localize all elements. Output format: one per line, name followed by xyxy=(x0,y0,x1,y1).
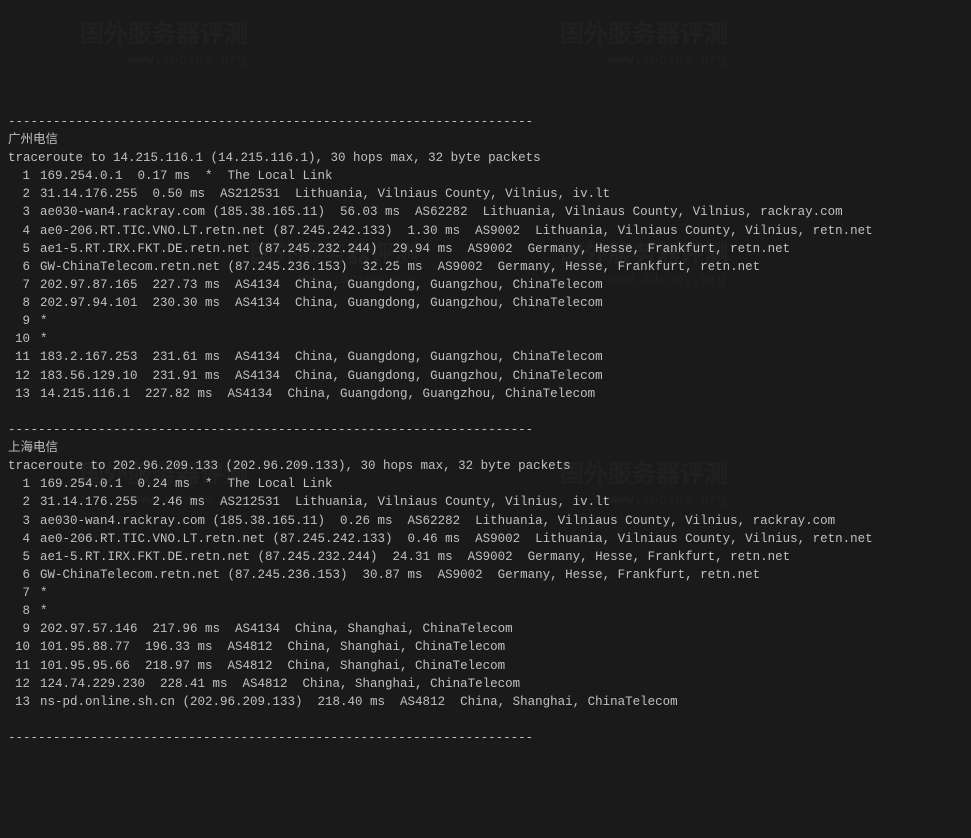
hop-row: 12 124.74.229.230 228.41 ms AS4812 China,… xyxy=(8,675,963,693)
hop-details: ae1-5.RT.IRX.FKT.DE.retn.net (87.245.232… xyxy=(40,240,790,258)
blank-line xyxy=(8,403,963,421)
hop-number: 1 xyxy=(8,167,30,185)
hop-row: 10 * xyxy=(8,330,963,348)
hop-details: 101.95.88.77 196.33 ms AS4812 China, Sha… xyxy=(40,638,505,656)
hop-number: 2 xyxy=(8,493,30,511)
hop-number: 3 xyxy=(8,512,30,530)
hop-row: 2 31.14.176.255 0.50 ms AS212531 Lithuani… xyxy=(8,185,963,203)
hop-row: 8* xyxy=(8,602,963,620)
hop-details: * xyxy=(40,312,48,330)
hop-row: 8 202.97.94.101 230.30 ms AS4134 China, G… xyxy=(8,294,963,312)
hop-row: 3 ae030-wan4.rackray.com (185.38.165.11) … xyxy=(8,512,963,530)
hop-details: 31.14.176.255 2.46 ms AS212531 Lithuania… xyxy=(40,493,610,511)
hop-row: 11 183.2.167.253 231.61 ms AS4134 China, … xyxy=(8,348,963,366)
watermark-text: 国外服务器评测 xyxy=(80,20,248,55)
hop-details: GW-ChinaTelecom.retn.net (87.245.236.153… xyxy=(40,566,760,584)
hop-number: 12 xyxy=(8,367,30,385)
hop-details: 183.2.167.253 231.61 ms AS4134 China, Gu… xyxy=(40,348,603,366)
hop-details: 169.254.0.1 0.17 ms * The Local Link xyxy=(40,167,333,185)
hop-row: 10 101.95.88.77 196.33 ms AS4812 China, S… xyxy=(8,638,963,656)
divider: ----------------------------------------… xyxy=(8,421,963,439)
hop-row: 11 101.95.95.66 218.97 ms AS4812 China, S… xyxy=(8,657,963,675)
hop-details: 14.215.116.1 227.82 ms AS4134 China, Gua… xyxy=(40,385,595,403)
traceroute-header: traceroute to 14.215.116.1 (14.215.116.1… xyxy=(8,149,963,167)
hop-row: 13 14.215.116.1 227.82 ms AS4134 China, G… xyxy=(8,385,963,403)
hop-row: 4 ae0-206.RT.TIC.VNO.LT.retn.net (87.245.… xyxy=(8,222,963,240)
hop-details: ae0-206.RT.TIC.VNO.LT.retn.net (87.245.2… xyxy=(40,222,873,240)
hop-details: 169.254.0.1 0.24 ms * The Local Link xyxy=(40,475,333,493)
hop-row: 6 GW-ChinaTelecom.retn.net (87.245.236.15… xyxy=(8,566,963,584)
hop-number: 2 xyxy=(8,185,30,203)
hop-row: 3 ae030-wan4.rackray.com (185.38.165.11) … xyxy=(8,203,963,221)
section-title: 广州电信 xyxy=(8,131,963,149)
hop-number: 1 xyxy=(8,475,30,493)
hop-number: 7 xyxy=(8,584,30,602)
hop-row: 5 ae1-5.RT.IRX.FKT.DE.retn.net (87.245.23… xyxy=(8,240,963,258)
hop-number: 13 xyxy=(8,385,30,403)
hop-number: 6 xyxy=(8,566,30,584)
divider: ----------------------------------------… xyxy=(8,729,963,747)
hop-details: 202.97.87.165 227.73 ms AS4134 China, Gu… xyxy=(40,276,603,294)
hop-number: 5 xyxy=(8,240,30,258)
hop-details: ns-pd.online.sh.cn (202.96.209.133) 218.… xyxy=(40,693,678,711)
hop-details: ae1-5.RT.IRX.FKT.DE.retn.net (87.245.232… xyxy=(40,548,790,566)
hop-number: 11 xyxy=(8,348,30,366)
hop-number: 9 xyxy=(8,312,30,330)
hop-number: 7 xyxy=(8,276,30,294)
hop-number: 3 xyxy=(8,203,30,221)
hop-details: GW-ChinaTelecom.retn.net (87.245.236.153… xyxy=(40,258,760,276)
section-title: 上海电信 xyxy=(8,439,963,457)
watermark-url: -www.idcspy.org- xyxy=(600,50,734,70)
hop-number: 11 xyxy=(8,657,30,675)
hop-number: 6 xyxy=(8,258,30,276)
blank-line xyxy=(8,711,963,729)
hop-row: 5 ae1-5.RT.IRX.FKT.DE.retn.net (87.245.23… xyxy=(8,548,963,566)
hop-row: 2 31.14.176.255 2.46 ms AS212531 Lithuani… xyxy=(8,493,963,511)
hop-number: 8 xyxy=(8,294,30,312)
hop-row: 6 GW-ChinaTelecom.retn.net (87.245.236.15… xyxy=(8,258,963,276)
watermark-text: 国外服务器评测 xyxy=(560,20,728,55)
hop-number: 10 xyxy=(8,638,30,656)
hop-details: * xyxy=(40,330,48,348)
hop-row: 9* xyxy=(8,312,963,330)
hop-details: ae0-206.RT.TIC.VNO.LT.retn.net (87.245.2… xyxy=(40,530,873,548)
hop-number: 9 xyxy=(8,620,30,638)
hop-details: 31.14.176.255 0.50 ms AS212531 Lithuania… xyxy=(40,185,610,203)
hop-row: 7* xyxy=(8,584,963,602)
watermark-url: -www.idcspy.org- xyxy=(120,50,254,70)
hop-row: 4 ae0-206.RT.TIC.VNO.LT.retn.net (87.245.… xyxy=(8,530,963,548)
hop-number: 4 xyxy=(8,530,30,548)
hop-row: 13 ns-pd.online.sh.cn (202.96.209.133) 21… xyxy=(8,693,963,711)
hop-number: 4 xyxy=(8,222,30,240)
divider: ----------------------------------------… xyxy=(8,113,963,131)
hop-details: ae030-wan4.rackray.com (185.38.165.11) 5… xyxy=(40,203,843,221)
hop-number: 12 xyxy=(8,675,30,693)
hop-details: * xyxy=(40,602,48,620)
hop-details: 202.97.57.146 217.96 ms AS4134 China, Sh… xyxy=(40,620,513,638)
hop-row: 7 202.97.87.165 227.73 ms AS4134 China, G… xyxy=(8,276,963,294)
hop-row: 1 169.254.0.1 0.24 ms * The Local Link xyxy=(8,475,963,493)
hop-number: 8 xyxy=(8,602,30,620)
traceroute-header: traceroute to 202.96.209.133 (202.96.209… xyxy=(8,457,963,475)
hop-details: 183.56.129.10 231.91 ms AS4134 China, Gu… xyxy=(40,367,603,385)
hop-row: 12 183.56.129.10 231.91 ms AS4134 China, … xyxy=(8,367,963,385)
hop-number: 13 xyxy=(8,693,30,711)
hop-details: * xyxy=(40,584,48,602)
hop-row: 9 202.97.57.146 217.96 ms AS4134 China, S… xyxy=(8,620,963,638)
hop-details: 101.95.95.66 218.97 ms AS4812 China, Sha… xyxy=(40,657,505,675)
hop-number: 5 xyxy=(8,548,30,566)
hop-number: 10 xyxy=(8,330,30,348)
hop-row: 1 169.254.0.1 0.17 ms * The Local Link xyxy=(8,167,963,185)
hop-details: ae030-wan4.rackray.com (185.38.165.11) 0… xyxy=(40,512,835,530)
hop-details: 202.97.94.101 230.30 ms AS4134 China, Gu… xyxy=(40,294,603,312)
terminal-output: ----------------------------------------… xyxy=(8,113,963,747)
hop-details: 124.74.229.230 228.41 ms AS4812 China, S… xyxy=(40,675,520,693)
